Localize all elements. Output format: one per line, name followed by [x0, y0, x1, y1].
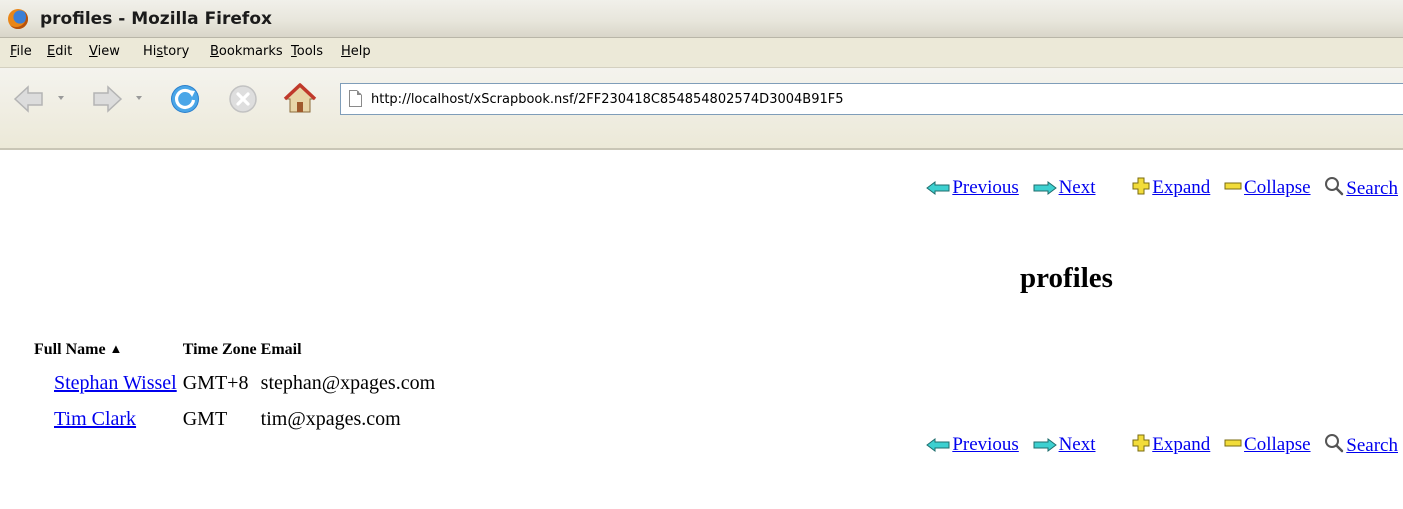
collapse-action: Collapse	[1224, 177, 1311, 199]
full-name-cell: Tim Clark	[34, 401, 183, 437]
previous-arrow-icon	[926, 181, 950, 195]
next-action: Next	[1033, 434, 1096, 456]
menu-edit[interactable]: Edit	[47, 44, 72, 59]
minus-icon	[1224, 434, 1242, 452]
time-zone-cell: GMT	[182, 407, 228, 430]
column-header-email: Email	[260, 341, 302, 358]
full-name-cell: Stephan Wissel	[34, 365, 183, 401]
navigation-toolbar	[0, 68, 1403, 150]
address-bar[interactable]	[340, 83, 1403, 115]
profiles-view-table: Full Name ▲︎ Time Zone Email Stephan Wiss…	[34, 339, 441, 437]
menu-history[interactable]: History	[143, 44, 189, 59]
table-row: Stephan Wissel GMT+8 stephan@xpages.com	[34, 365, 441, 401]
next-arrow-icon	[1033, 181, 1057, 195]
next-action: Next	[1033, 177, 1096, 199]
search-icon	[1324, 176, 1344, 196]
next-link[interactable]: Next	[1059, 177, 1096, 198]
search-icon	[1324, 433, 1344, 453]
url-input[interactable]	[371, 84, 1401, 114]
back-arrow-icon[interactable]	[12, 82, 46, 116]
search-link[interactable]: Search	[1346, 178, 1398, 199]
collapse-action: Collapse	[1224, 434, 1311, 456]
search-action: Search	[1324, 176, 1398, 200]
page-icon	[349, 90, 362, 107]
forward-arrow-icon[interactable]	[90, 82, 124, 116]
view-actions-top: Previous Next Expand Collapse Search	[917, 176, 1398, 200]
search-link[interactable]: Search	[1346, 435, 1398, 456]
previous-link[interactable]: Previous	[952, 434, 1019, 455]
window-title: profiles - Mozilla Firefox	[40, 9, 272, 29]
next-arrow-icon	[1033, 438, 1057, 452]
previous-link[interactable]: Previous	[952, 177, 1019, 198]
page-title: profiles	[1020, 262, 1113, 294]
menu-tools[interactable]: Tools	[291, 44, 323, 59]
forward-history-dropdown-icon[interactable]	[136, 96, 142, 100]
search-action: Search	[1324, 433, 1398, 457]
expand-action: Expand	[1132, 434, 1210, 456]
time-zone-cell: GMT+8	[182, 371, 249, 394]
page-content: Previous Next Expand Collapse Search pro…	[0, 150, 1403, 509]
plus-icon	[1132, 177, 1150, 195]
firefox-logo-icon	[8, 9, 28, 29]
email-cell: tim@xpages.com	[260, 407, 401, 430]
menu-view[interactable]: View	[89, 44, 120, 59]
reload-icon[interactable]	[168, 82, 202, 116]
plus-icon	[1132, 434, 1150, 452]
menu-bar: File Edit View History Bookmarks Tools H…	[0, 38, 1403, 68]
expand-link[interactable]: Expand	[1152, 434, 1210, 455]
collapse-link[interactable]: Collapse	[1244, 434, 1311, 455]
profile-link[interactable]: Tim Clark	[54, 408, 136, 430]
minus-icon	[1224, 177, 1242, 195]
menu-help[interactable]: Help	[341, 44, 371, 59]
sort-icon[interactable]: ▲︎	[110, 341, 123, 357]
window-titlebar: profiles - Mozilla Firefox	[0, 0, 1403, 38]
email-cell: stephan@xpages.com	[260, 371, 436, 394]
next-link[interactable]: Next	[1059, 434, 1096, 455]
table-row: Tim Clark GMT tim@xpages.com	[34, 401, 441, 437]
table-header-row: Full Name ▲︎ Time Zone Email	[34, 339, 441, 365]
profile-link[interactable]: Stephan Wissel	[54, 372, 177, 394]
menu-bookmarks[interactable]: Bookmarks	[210, 44, 283, 59]
column-header-full-name[interactable]: Full Name ▲︎	[34, 339, 183, 365]
expand-action: Expand	[1132, 177, 1210, 199]
view-actions-bottom: Previous Next Expand Collapse Search	[917, 433, 1398, 457]
stop-icon[interactable]	[226, 82, 260, 116]
previous-arrow-icon	[926, 438, 950, 452]
back-history-dropdown-icon[interactable]	[58, 96, 64, 100]
previous-action: Previous	[926, 434, 1019, 456]
home-icon[interactable]	[283, 82, 317, 116]
expand-link[interactable]: Expand	[1152, 177, 1210, 198]
previous-action: Previous	[926, 177, 1019, 199]
column-header-time-zone: Time Zone	[182, 341, 257, 358]
menu-file[interactable]: File	[10, 44, 32, 59]
collapse-link[interactable]: Collapse	[1244, 177, 1311, 198]
